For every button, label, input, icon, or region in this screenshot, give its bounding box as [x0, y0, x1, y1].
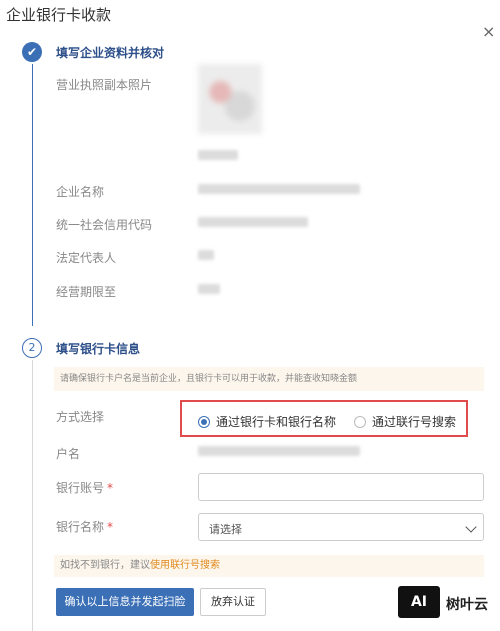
step1-title: 填写企业资料并核对 — [56, 46, 165, 60]
account-no-label-text: 银行账号 — [56, 481, 105, 495]
legal-rep-label: 法定代表人 — [56, 251, 117, 265]
bank-name-label-text: 银行名称 — [56, 520, 105, 534]
chevron-down-icon — [465, 521, 477, 533]
radio-branch-search-label: 通过联行号搜索 — [372, 415, 457, 429]
step-connector — [32, 360, 33, 631]
credit-code-value — [198, 217, 308, 227]
legal-rep-value — [198, 250, 214, 260]
radio-branch-search[interactable]: 通过联行号搜索 — [354, 413, 456, 430]
dialog-title: 企业银行卡收款 — [6, 6, 112, 24]
watermark-logo: AI — [398, 586, 440, 618]
abandon-button[interactable]: 放弃认证 — [200, 588, 266, 616]
radio-selected-icon — [198, 415, 210, 428]
select-placeholder: 请选择 — [209, 523, 242, 536]
step2-title: 填写银行卡信息 — [56, 342, 141, 356]
period-value — [198, 284, 220, 294]
tip-text: 如找不到银行，建议 — [60, 560, 150, 571]
period-label: 经营期限至 — [56, 285, 117, 299]
radio-card-and-bank[interactable]: 通过银行卡和银行名称 — [198, 413, 336, 430]
step-connector-done — [32, 64, 33, 326]
method-selector: 通过银行卡和银行名称 通过联行号搜索 — [180, 400, 468, 437]
branch-search-link[interactable]: 使用联行号搜索 — [150, 560, 220, 571]
close-icon[interactable]: × — [482, 22, 495, 41]
radio-unselected-icon — [354, 415, 366, 428]
submit-face-scan-button[interactable]: 确认以上信息并发起扫脸 — [56, 588, 194, 616]
bank-name-label: 银行名称 * — [56, 518, 113, 535]
required-mark: * — [107, 520, 114, 534]
step2-number: 2 — [22, 338, 42, 358]
watermark-text: 树叶云 — [446, 597, 488, 613]
bank-tip: 如找不到银行，建议使用联行号搜索 — [54, 555, 484, 577]
bank-notice: 请确保银行卡户名是当前企业，且银行卡可以用于收款，并能查收知晓金额 — [54, 367, 484, 391]
bank-name-select[interactable]: 请选择 — [198, 513, 484, 541]
required-mark: * — [107, 481, 114, 495]
account-no-label: 银行账号 * — [56, 479, 113, 496]
radio-card-and-bank-label: 通过银行卡和银行名称 — [216, 415, 337, 429]
license-label: 营业执照副本照片 — [56, 78, 153, 92]
company-name-value — [198, 184, 360, 194]
account-number-input[interactable] — [198, 473, 484, 501]
account-name-value — [198, 446, 360, 456]
credit-code-label: 统一社会信用代码 — [56, 218, 153, 232]
method-label: 方式选择 — [56, 410, 105, 424]
license-caption-redacted — [198, 150, 238, 160]
check-icon: ✔ — [22, 42, 42, 62]
company-name-label: 企业名称 — [56, 185, 105, 199]
account-name-label: 户名 — [56, 447, 81, 461]
license-photo — [198, 64, 262, 134]
bank-card-dialog: 企业银行卡收款 × ✔ 填写企业资料并核对 营业执照副本照片 企业名称 统一社会… — [0, 0, 500, 631]
